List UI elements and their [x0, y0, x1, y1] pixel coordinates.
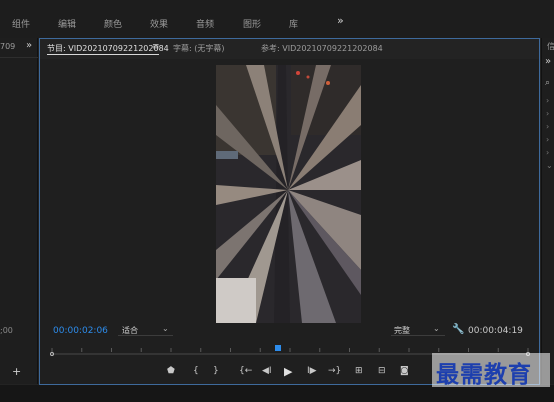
tab-captions[interactable]: 字幕: (无字幕): [173, 43, 224, 54]
chevron-down-icon: ⌄: [162, 324, 169, 333]
go-to-out-icon[interactable]: →}: [328, 366, 341, 376]
chevron-down-icon[interactable]: ⌄: [546, 161, 553, 170]
monitor-tab-bar: 节目: VID20210709221202084 ≡ 字幕: (无字幕) 参考:…: [40, 39, 539, 59]
camera-icon[interactable]: ◙: [400, 366, 409, 376]
playhead[interactable]: [275, 345, 282, 351]
current-timecode[interactable]: 00:00:02:06: [53, 326, 108, 336]
left-panel-divider: [0, 57, 38, 58]
zoom-value: 适合: [122, 326, 138, 335]
play-icon[interactable]: ▶: [284, 365, 292, 378]
step-back-icon[interactable]: ◀I: [262, 366, 272, 376]
menu-libraries[interactable]: 库: [289, 17, 298, 30]
chevron-right-icon[interactable]: ›: [546, 109, 549, 118]
tab-program[interactable]: 节目: VID20210709221202084: [47, 43, 169, 54]
in-point-handle[interactable]: [50, 352, 54, 356]
step-forward-icon[interactable]: I▶: [307, 366, 317, 376]
left-panel-add-icon[interactable]: +: [12, 365, 21, 378]
right-panel-overflow-icon[interactable]: »: [545, 56, 551, 67]
left-panel-tab-label[interactable]: 709: [0, 42, 15, 51]
chevron-right-icon[interactable]: ›: [546, 148, 549, 157]
mark-in-icon[interactable]: {: [193, 366, 199, 376]
duration-timecode: 00:00:04:19: [468, 326, 523, 336]
menu-assembly[interactable]: 组件: [12, 17, 30, 30]
chevron-right-icon[interactable]: ›: [546, 122, 549, 131]
watermark-text: 最需教育: [436, 361, 532, 388]
menu-audio[interactable]: 音频: [196, 17, 214, 30]
video-frame-image: [216, 65, 361, 323]
chevron-right-icon[interactable]: ›: [546, 135, 549, 144]
left-panel: 709 » ;00 +: [0, 38, 38, 384]
watermark-logo: 最需教育: [432, 353, 550, 388]
video-preview[interactable]: [216, 65, 361, 323]
menu-effects[interactable]: 效果: [150, 17, 168, 30]
right-panel-tab-label[interactable]: 信: [547, 41, 554, 52]
left-panel-overflow-icon[interactable]: »: [26, 40, 32, 51]
chevron-right-icon[interactable]: ›: [546, 96, 549, 105]
tab-menu-icon[interactable]: ≡: [152, 42, 160, 52]
left-panel-timecode: ;00: [0, 326, 13, 335]
insert-icon[interactable]: ⊞: [355, 366, 363, 376]
right-panel: 信 » ⌕ › › › › › ⌄: [541, 38, 554, 384]
menu-graphics[interactable]: 图形: [243, 17, 261, 30]
resolution-select[interactable]: 完整 ⌄: [391, 324, 445, 336]
go-to-in-icon[interactable]: {←: [239, 366, 252, 376]
resolution-value: 完整: [394, 326, 410, 335]
tab-reference[interactable]: 参考: VID20210709221202084: [261, 43, 383, 54]
active-tab-underline: [47, 54, 159, 55]
menu-overflow-icon[interactable]: »: [337, 14, 344, 27]
add-marker-icon[interactable]: ⬟: [167, 366, 175, 376]
settings-wrench-icon[interactable]: 🔧: [452, 324, 464, 335]
overwrite-icon[interactable]: ⊟: [378, 366, 386, 376]
menu-editing[interactable]: 编辑: [58, 17, 76, 30]
workspace-menu-bar: 组件 编辑 颜色 效果 音频 图形 库 »: [0, 0, 554, 38]
search-icon[interactable]: ⌕: [545, 78, 550, 88]
mark-out-icon[interactable]: }: [213, 366, 219, 376]
zoom-select[interactable]: 适合 ⌄: [118, 324, 173, 336]
chevron-down-icon: ⌄: [433, 324, 440, 333]
menu-color[interactable]: 颜色: [104, 17, 122, 30]
